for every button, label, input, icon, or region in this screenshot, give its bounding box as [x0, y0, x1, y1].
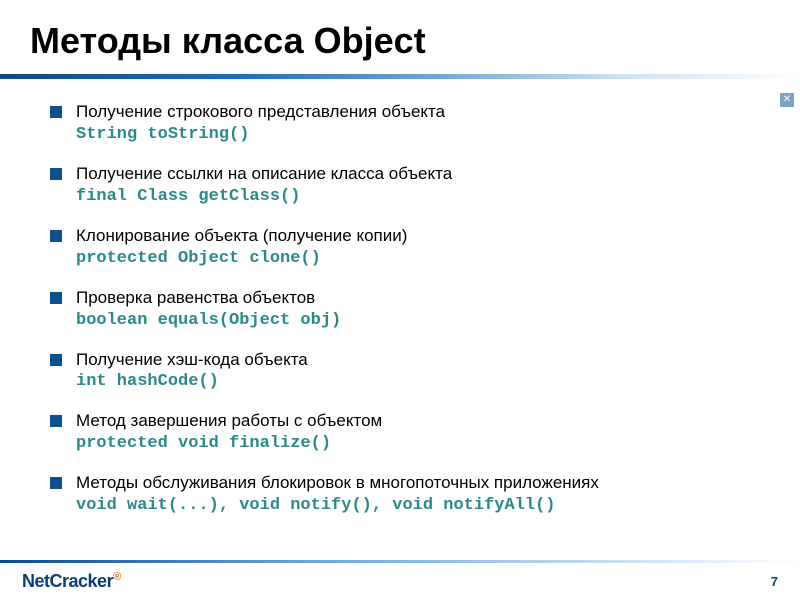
bullet-code: boolean equals(Object obj)	[76, 310, 770, 333]
footer-divider	[0, 560, 800, 563]
logo-text-main: Net	[22, 571, 50, 591]
bullet-desc: Получение хэш-кода объекта	[76, 350, 308, 369]
slide: Методы класса Object ✕ Получение строков…	[0, 0, 800, 600]
bullet-list: Получение строкового представления объек…	[50, 101, 770, 518]
content-area: Получение строкового представления объек…	[0, 79, 800, 562]
page-number: 7	[771, 574, 778, 589]
bullet-code: final Class getClass()	[76, 186, 770, 209]
logo-text-accent: Cracker	[50, 571, 114, 591]
bullet-code: protected Object clone()	[76, 248, 770, 271]
slide-title: Методы класса Object	[0, 0, 800, 74]
list-item: Метод завершения работы с объектом prote…	[50, 410, 770, 456]
bullet-desc: Клонирование объекта (получение копии)	[76, 226, 407, 245]
title-divider	[0, 74, 800, 79]
bullet-desc: Метод завершения работы с объектом	[76, 411, 382, 430]
list-item: Клонирование объекта (получение копии) p…	[50, 225, 770, 271]
bullet-code: int hashCode()	[76, 371, 770, 394]
list-item: Методы обслуживания блокировок в многопо…	[50, 472, 770, 518]
bullet-desc: Проверка равенства объектов	[76, 288, 315, 307]
bullet-desc: Методы обслуживания блокировок в многопо…	[76, 473, 599, 492]
close-icon[interactable]: ✕	[780, 93, 794, 107]
list-item: Получение ссылки на описание класса объе…	[50, 163, 770, 209]
list-item: Проверка равенства объектов boolean equa…	[50, 287, 770, 333]
bullet-code: protected void finalize()	[76, 433, 770, 456]
bullet-code: String toString()	[76, 124, 770, 147]
bullet-desc: Получение ссылки на описание класса объе…	[76, 164, 452, 183]
logo: NetCracker®	[22, 571, 121, 592]
bullet-code: void wait(...), void notify(), void noti…	[76, 495, 770, 518]
logo-mark: ®	[113, 571, 121, 583]
list-item: Получение хэш-кода объекта int hashCode(…	[50, 349, 770, 395]
footer-bar: NetCracker® 7	[0, 562, 800, 600]
bullet-desc: Получение строкового представления объек…	[76, 102, 445, 121]
list-item: Получение строкового представления объек…	[50, 101, 770, 147]
